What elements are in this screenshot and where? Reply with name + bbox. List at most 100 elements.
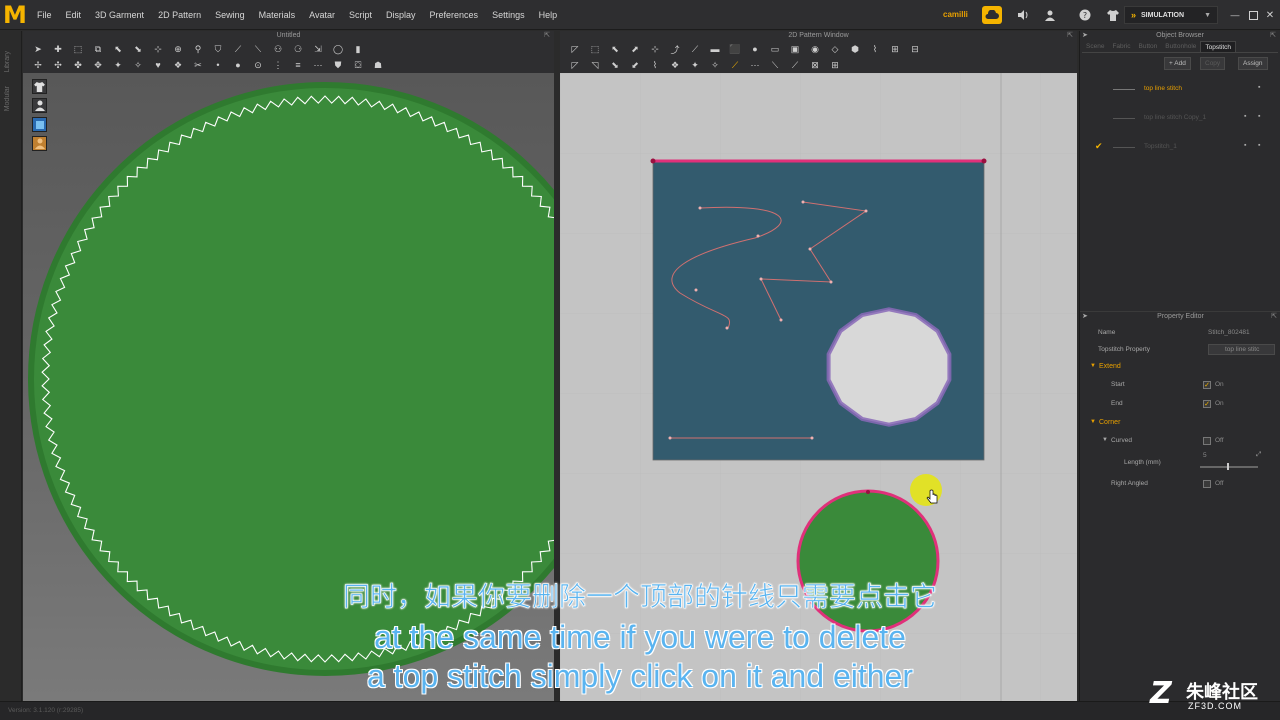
save-icon[interactable]: ▪	[1258, 113, 1260, 120]
delete-icon[interactable]: ▪	[1244, 113, 1246, 120]
menu-edit[interactable]: Edit	[59, 0, 89, 30]
notch-icon[interactable]: ⊟	[908, 43, 922, 55]
slider-handle[interactable]	[1227, 463, 1229, 470]
menu-help[interactable]: Help	[532, 0, 565, 30]
arrange-icon[interactable]: ⇲	[311, 43, 325, 55]
topstitch-line-icon[interactable]: ⟋	[788, 59, 802, 71]
select-icon[interactable]: ➤	[31, 43, 45, 55]
tab-scene[interactable]: Scene	[1082, 41, 1108, 52]
pin-box-icon[interactable]: ⬊	[131, 43, 145, 55]
fold-icon[interactable]: ✤	[71, 59, 85, 71]
help-icon[interactable]: ?	[1076, 7, 1094, 23]
polygon-icon[interactable]: ⬛	[728, 43, 742, 55]
grid-icon[interactable]: ⊞	[828, 59, 842, 71]
simulation-button[interactable]: » SIMULATION ▼	[1124, 6, 1218, 24]
collapse-arrow-icon[interactable]: ➤	[1082, 31, 1088, 41]
topstitch-property-select[interactable]: top line stitc	[1208, 344, 1275, 355]
undock-2d-icon[interactable]: ⇱	[1067, 31, 1073, 41]
tuck-icon[interactable]: ⛊	[331, 59, 345, 71]
texture-icon[interactable]: ❖	[171, 59, 185, 71]
modular-tab[interactable]: Modular	[4, 86, 11, 111]
menu-3d-garment[interactable]: 3D Garment	[88, 0, 151, 30]
point-icon[interactable]: •	[211, 59, 225, 71]
length-slider[interactable]	[1200, 466, 1258, 468]
assign-button[interactable]: Assign	[1238, 57, 1268, 70]
minimize-icon[interactable]: —	[1226, 7, 1244, 23]
graphic-icon[interactable]: ✦	[688, 59, 702, 71]
close-icon[interactable]: ✕	[1261, 7, 1279, 23]
show-garment-icon[interactable]	[32, 79, 47, 94]
internal-circle-hole[interactable]	[826, 307, 952, 427]
section-extend[interactable]: ▼ Extend	[1080, 359, 1280, 377]
end-checkbox[interactable]: ✓	[1203, 400, 1211, 408]
polyline-point[interactable]	[864, 209, 868, 213]
shirt-icon[interactable]: ⛉	[211, 43, 225, 55]
menu-display[interactable]: Display	[379, 0, 423, 30]
circle-stitch-point[interactable]	[866, 490, 870, 494]
save-icon[interactable]: ▪	[1258, 84, 1260, 91]
show-avatar-icon[interactable]	[32, 98, 47, 113]
topstitch-segment-icon[interactable]: ⟋	[728, 59, 742, 71]
fold-sewing-icon[interactable]: ⌇	[648, 59, 662, 71]
garment-fit-icon[interactable]: ⚲	[191, 43, 205, 55]
transform-icon[interactable]: ⧉	[91, 43, 105, 55]
edit-sewing-icon[interactable]: ⬊	[608, 59, 622, 71]
prop-name-field[interactable]: Stitch_802481	[1208, 329, 1250, 336]
circle-icon[interactable]: ●	[748, 43, 762, 55]
trace-icon[interactable]: ⬢	[848, 43, 862, 55]
line-point[interactable]	[810, 436, 814, 440]
delete-icon[interactable]: ▪	[1244, 142, 1246, 149]
curve-point[interactable]	[756, 234, 760, 238]
shrink-icon[interactable]: ✣	[51, 59, 65, 71]
right-angled-checkbox[interactable]	[1203, 480, 1211, 488]
segment-sewing-icon[interactable]: ◸	[568, 59, 582, 71]
steam-icon[interactable]: ✢	[31, 59, 45, 71]
seam-allowance-icon[interactable]: ⊞	[888, 43, 902, 55]
menu-settings[interactable]: Settings	[485, 0, 532, 30]
polyline-point[interactable]	[801, 200, 805, 204]
edit-point-icon[interactable]: ⬉	[608, 43, 622, 55]
add-button[interactable]: + Add	[1164, 57, 1191, 70]
maximize-icon[interactable]	[1244, 7, 1262, 23]
tab-fabric[interactable]: Fabric	[1108, 41, 1134, 52]
press-icon[interactable]: ✦	[111, 59, 125, 71]
bar-icon[interactable]: ▮	[351, 43, 365, 55]
list-item-topstitch[interactable]: ✔ Topstitch_1 ▪ ▪	[1080, 133, 1280, 162]
tack-box-icon[interactable]: ⊕	[171, 43, 185, 55]
pin-icon[interactable]: ⬉	[111, 43, 125, 55]
topstitch-free-icon[interactable]: ⋯	[748, 59, 762, 71]
curve-point[interactable]	[694, 288, 698, 292]
snap-icon[interactable]: ⊙	[251, 59, 265, 71]
polyline-point[interactable]	[779, 318, 783, 322]
copy-button[interactable]: Copy	[1200, 57, 1226, 70]
wrap-icon[interactable]: ☗	[371, 59, 385, 71]
stitch-endpoint[interactable]	[650, 158, 656, 164]
tab-button[interactable]: Button	[1135, 41, 1162, 52]
cut-icon[interactable]: ⟋	[688, 43, 702, 55]
button-icon[interactable]: ●	[231, 59, 245, 71]
edit-curvature-icon[interactable]: ⬈	[628, 43, 642, 55]
tack-icon[interactable]: ⊹	[151, 43, 165, 55]
list-item-topstitch[interactable]: top line stitch Copy_1 ▪ ▪	[1080, 104, 1280, 133]
seam-icon[interactable]: ✧	[131, 59, 145, 71]
tape-icon[interactable]: ≡	[291, 59, 305, 71]
lasso-icon[interactable]: ◯	[331, 43, 345, 55]
user-name[interactable]: camilli	[943, 10, 968, 19]
add-point-icon[interactable]: ⊹	[648, 43, 662, 55]
menu-materials[interactable]: Materials	[252, 0, 303, 30]
reset-icon[interactable]: ⤢	[1256, 451, 1261, 459]
menu-sewing[interactable]: Sewing	[208, 0, 252, 30]
section-corner[interactable]: ▼ Corner	[1080, 415, 1280, 433]
garment-icon[interactable]	[1104, 7, 1122, 23]
list-item-topstitch[interactable]: top line stitch ▪	[1080, 75, 1280, 104]
polyline-point[interactable]	[808, 247, 812, 251]
internal-polygon-icon[interactable]: ▭	[768, 43, 782, 55]
measure-icon[interactable]: ⟍	[251, 43, 265, 55]
curved-arrow-icon[interactable]: ▼	[1102, 437, 1108, 443]
start-checkbox[interactable]: ✓	[1203, 381, 1211, 389]
speaker-icon[interactable]	[1014, 7, 1032, 23]
avatar-skin-icon[interactable]	[32, 136, 47, 151]
check-sewing-icon[interactable]: ⬋	[628, 59, 642, 71]
line-point[interactable]	[668, 436, 672, 440]
edit-pattern-icon[interactable]: ⬚	[588, 43, 602, 55]
